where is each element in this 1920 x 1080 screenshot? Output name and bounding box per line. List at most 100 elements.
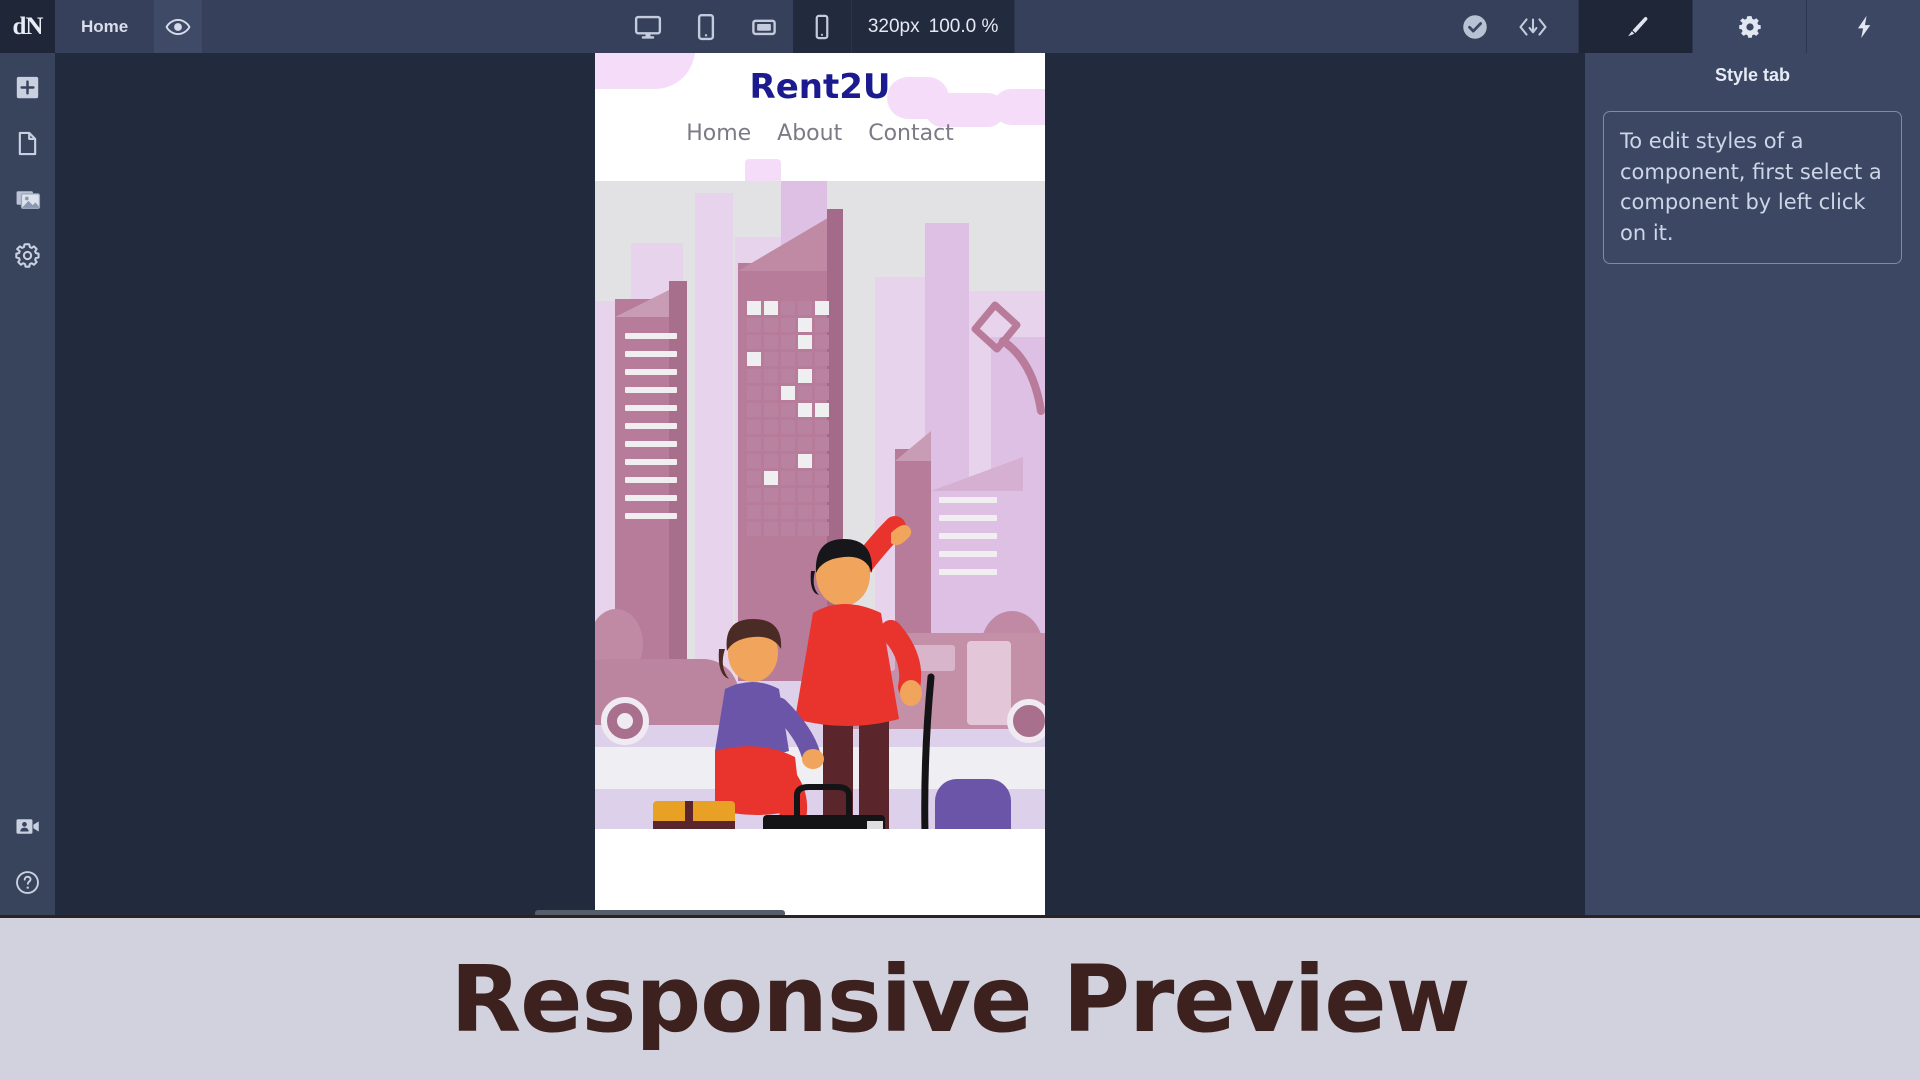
- tower-window: [747, 505, 761, 519]
- tower-window: [764, 352, 778, 366]
- tower-window: [764, 471, 778, 485]
- device-button-tablet-portrait[interactable]: [676, 0, 735, 53]
- video-person-icon: [14, 813, 41, 840]
- window-band: [939, 569, 997, 575]
- window-band: [625, 477, 677, 483]
- tower-window: [747, 352, 761, 366]
- tower-window: [764, 335, 778, 349]
- right-panel-tabs: [1578, 0, 1920, 53]
- window-band: [939, 551, 997, 557]
- tower-window: [781, 471, 795, 485]
- device-button-mobile[interactable]: [792, 0, 851, 53]
- tower-window: [815, 471, 829, 485]
- tower-window: [798, 420, 812, 434]
- page-tab-home[interactable]: Home: [55, 0, 155, 53]
- lightning-icon: [1850, 13, 1878, 41]
- sidebar-item-media[interactable]: [0, 171, 55, 227]
- window-band: [625, 351, 677, 357]
- tower-window: [747, 369, 761, 383]
- sidebar-item-tutorials[interactable]: [0, 798, 55, 854]
- bottom-caption-banner: Responsive Preview: [0, 918, 1920, 1080]
- device-button-desktop[interactable]: [618, 0, 677, 53]
- tablet-portrait-icon: [691, 12, 721, 42]
- tower-window: [798, 301, 812, 315]
- tower-window: [747, 318, 761, 332]
- sidebar-item-pages[interactable]: [0, 115, 55, 171]
- viewport-width-value: 320px: [867, 15, 920, 37]
- nav-link-home[interactable]: Home: [686, 121, 751, 146]
- editor-canvas[interactable]: Rent2U Home About Contact: [55, 53, 1585, 918]
- tower-window: [798, 403, 812, 417]
- device-preview-frame[interactable]: Rent2U Home About Contact: [595, 53, 1045, 918]
- tower-window: [798, 454, 812, 468]
- luggage-telescopic-handle: [921, 673, 935, 829]
- window-band: [625, 369, 677, 375]
- tower-window: [798, 386, 812, 400]
- tower-window: [798, 335, 812, 349]
- tower-window: [815, 420, 829, 434]
- tower-window: [747, 488, 761, 502]
- tower-window: [781, 403, 795, 417]
- cloud-decoration: [745, 159, 781, 181]
- tower-window: [781, 437, 795, 451]
- right-panel: Style tab To edit styles of a component,…: [1585, 53, 1920, 918]
- luggage-strap: [653, 821, 735, 829]
- tower-window: [815, 437, 829, 451]
- sidebar-bottom-group: [0, 798, 55, 918]
- sidebar-item-add[interactable]: [0, 59, 55, 115]
- window-band: [625, 405, 677, 411]
- tower-window: [815, 301, 829, 315]
- tab-settings[interactable]: [1692, 0, 1806, 53]
- app-logo[interactable]: dN: [0, 0, 55, 53]
- tower-window: [798, 437, 812, 451]
- tower-window: [764, 318, 778, 332]
- preview-toggle-button[interactable]: [154, 0, 203, 53]
- banner-caption-text: Responsive Preview: [450, 945, 1470, 1053]
- toolbar-spacer-left: [202, 0, 619, 53]
- window-band: [939, 515, 997, 521]
- tower-window: [764, 522, 778, 536]
- luggage-strap: [685, 801, 693, 829]
- tower-window: [781, 488, 795, 502]
- sidebar-item-settings[interactable]: [0, 227, 55, 283]
- luggage-corner: [867, 821, 883, 829]
- window-band: [625, 441, 677, 447]
- tower-window: [815, 335, 829, 349]
- preview-site-header: Rent2U Home About Contact: [595, 53, 1045, 181]
- building-left-side: [669, 281, 687, 721]
- tower-window: [747, 301, 761, 315]
- check-circle-icon[interactable]: [1460, 12, 1490, 42]
- gear-icon: [1736, 13, 1764, 41]
- toolbar-actions: [1432, 0, 1578, 53]
- zoom-level-value: 100.0 %: [928, 15, 999, 37]
- nav-link-about[interactable]: About: [777, 121, 842, 146]
- brush-icon: [1620, 11, 1652, 43]
- window-band: [625, 495, 677, 501]
- tab-actions[interactable]: [1806, 0, 1920, 53]
- preview-hero-footer: [595, 829, 1045, 918]
- tower-window: [798, 318, 812, 332]
- tower-window: [747, 471, 761, 485]
- sidebar-item-help[interactable]: [0, 854, 55, 910]
- bus-wheel: [1007, 699, 1045, 743]
- tower-window: [747, 386, 761, 400]
- viewport-size-readout[interactable]: 320px 100.0 %: [850, 0, 1016, 53]
- device-button-tablet-landscape[interactable]: [734, 0, 793, 53]
- code-export-icon[interactable]: [1516, 14, 1550, 40]
- tower-window: [764, 403, 778, 417]
- top-toolbar: dN Home 320px 100.0 %: [0, 0, 1920, 53]
- tower-window: [781, 352, 795, 366]
- tower-window: [781, 301, 795, 315]
- window-band: [625, 513, 677, 519]
- tower-window: [764, 505, 778, 519]
- window-band: [939, 497, 997, 503]
- tablet-landscape-icon: [749, 12, 779, 42]
- tower-window: [764, 386, 778, 400]
- tower-window: [815, 454, 829, 468]
- desktop-icon: [633, 12, 663, 42]
- tower-window: [815, 403, 829, 417]
- preview-brand-title: Rent2U: [749, 67, 891, 107]
- tab-style[interactable]: [1578, 0, 1692, 53]
- tower-window: [764, 488, 778, 502]
- nav-link-contact[interactable]: Contact: [868, 121, 954, 146]
